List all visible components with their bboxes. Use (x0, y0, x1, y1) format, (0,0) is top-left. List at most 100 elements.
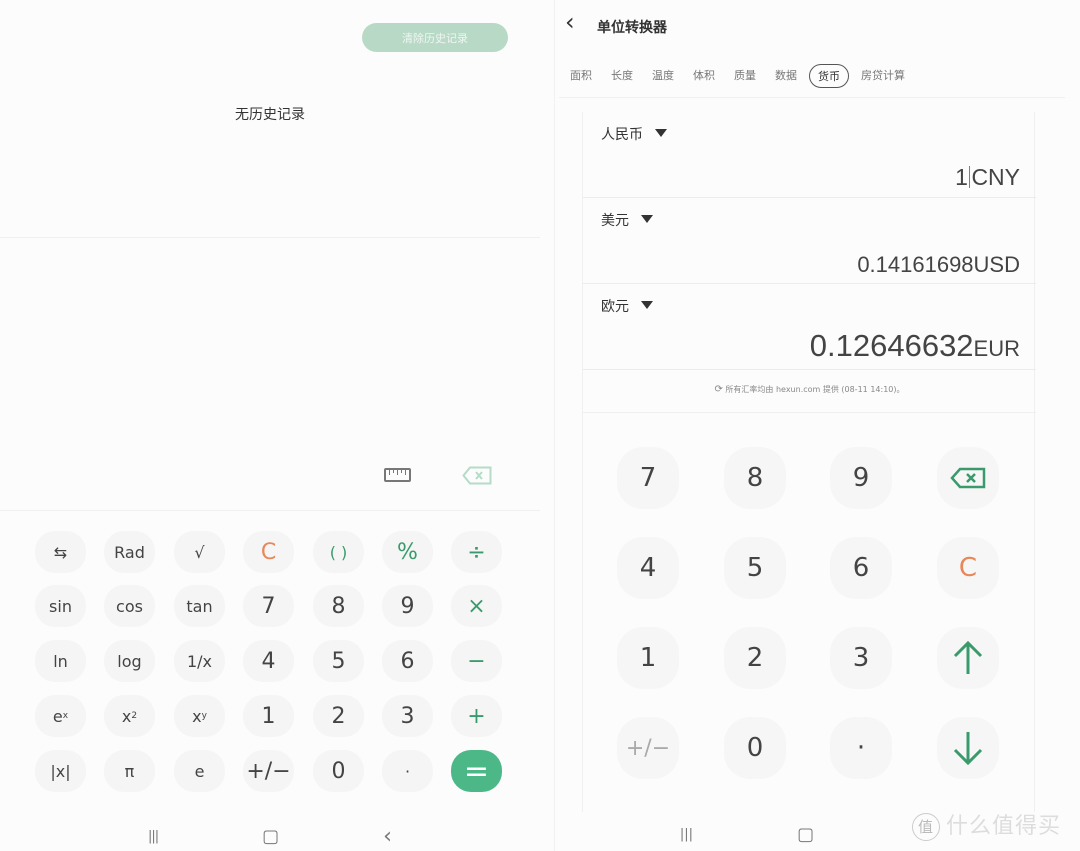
key-2[interactable]: 2 (313, 695, 364, 737)
key-negate[interactable]: +/− (243, 750, 294, 792)
key-swap[interactable]: ⇆ (35, 531, 86, 573)
key-percent[interactable]: % (382, 531, 433, 573)
backspace-icon[interactable] (462, 466, 492, 485)
key-tan[interactable]: tan (174, 585, 225, 627)
key-9[interactable]: 9 (830, 447, 892, 509)
key-multiply[interactable]: × (451, 585, 502, 627)
key-minus[interactable]: − (451, 640, 502, 682)
key-log[interactable]: log (104, 640, 155, 682)
currency-row-usd[interactable]: 美元 0.14161698USD (583, 198, 1036, 284)
key-up[interactable] (937, 627, 999, 689)
key-label: 4 (639, 553, 657, 583)
key-plus[interactable]: + (451, 695, 502, 737)
key-exp[interactable]: ex (35, 695, 86, 737)
ruler-icon[interactable] (384, 468, 411, 482)
key-pi[interactable]: π (104, 750, 155, 792)
key-square[interactable]: x2 (104, 695, 155, 737)
key-divide[interactable]: ÷ (451, 531, 502, 573)
key-4[interactable]: 4 (617, 537, 679, 599)
tab-2[interactable]: 温度 (645, 64, 681, 88)
dropdown-arrow-icon (655, 129, 667, 137)
key-1[interactable]: 1 (243, 695, 294, 737)
tab-0[interactable]: 面积 (563, 64, 599, 88)
key-3[interactable]: 3 (382, 695, 433, 737)
key-label: 2 (331, 703, 346, 729)
key-1[interactable]: 1 (617, 627, 679, 689)
tab-3[interactable]: 体积 (686, 64, 722, 88)
tab-5[interactable]: 数据 (768, 64, 804, 88)
key-8[interactable]: 8 (724, 447, 786, 509)
back-icon[interactable]: ‹ (383, 824, 392, 849)
key-label: + (467, 703, 486, 729)
page-title: 单位转换器 (597, 20, 667, 36)
key-sin[interactable]: sin (35, 585, 86, 627)
currency-row-eur[interactable]: 欧元 0.12646632EUR (583, 284, 1036, 370)
key-rad[interactable]: Rad (104, 531, 155, 573)
refresh-icon[interactable]: ⟳ (714, 384, 722, 395)
key-clear[interactable]: C (937, 537, 999, 599)
key-label: tan (186, 596, 213, 616)
key-label: × (467, 593, 486, 619)
key-7[interactable]: 7 (243, 585, 294, 627)
clear-history-button[interactable]: 清除历史记录 (362, 23, 508, 52)
currency-select[interactable]: 美元 (601, 210, 653, 230)
key-7[interactable]: 7 (617, 447, 679, 509)
key-6[interactable]: 6 (382, 640, 433, 682)
key-backspace[interactable] (937, 447, 999, 509)
key-e[interactable]: e (174, 750, 225, 792)
home-icon[interactable]: ▢ (262, 826, 279, 847)
back-button[interactable]: ‹ (565, 8, 575, 36)
key-2[interactable]: 2 (724, 627, 786, 689)
key-label: 3 (852, 643, 870, 673)
key-label: 5 (746, 553, 764, 583)
key-decimal[interactable]: · (382, 750, 433, 792)
no-history-text: 无历史记录 (235, 107, 305, 123)
key-abs[interactable]: |x| (35, 750, 86, 792)
key-8[interactable]: 8 (313, 585, 364, 627)
key-power[interactable]: xy (174, 695, 225, 737)
key-label: 0 (331, 758, 346, 784)
currency-value[interactable]: 0.14161698USD (857, 252, 1020, 278)
tab-1[interactable]: 长度 (604, 64, 640, 88)
key-5[interactable]: 5 (313, 640, 364, 682)
recents-icon[interactable]: ||| (680, 827, 693, 842)
currency-row-cny[interactable]: 人民币 1 CNY (583, 112, 1036, 198)
home-icon[interactable]: ▢ (797, 824, 814, 845)
recents-icon[interactable]: ||| (148, 829, 159, 844)
key-cos[interactable]: cos (104, 585, 155, 627)
key-label: 6 (400, 648, 415, 674)
key-reciprocal[interactable]: 1/x (174, 640, 225, 682)
key-equals[interactable]: = (451, 750, 502, 792)
key-decimal[interactable]: · (830, 717, 892, 779)
dropdown-arrow-icon (641, 215, 653, 223)
key-6[interactable]: 6 (830, 537, 892, 599)
tab-6[interactable]: 货币 (809, 64, 849, 88)
key-sqrt[interactable]: √ (174, 531, 225, 573)
key-4[interactable]: 4 (243, 640, 294, 682)
currency-select[interactable]: 欧元 (601, 296, 653, 316)
key-parentheses[interactable]: ( ) (313, 531, 364, 573)
key-0[interactable]: 0 (724, 717, 786, 779)
key-label: ⇆ (53, 542, 68, 562)
key-label: % (397, 539, 418, 565)
currency-value[interactable]: 1 CNY (955, 164, 1020, 191)
currency-value[interactable]: 0.12646632EUR (810, 328, 1020, 364)
key-3[interactable]: 3 (830, 627, 892, 689)
key-negate[interactable]: +/− (617, 717, 679, 779)
currency-select[interactable]: 人民币 (601, 124, 667, 144)
key-9[interactable]: 9 (382, 585, 433, 627)
tab-7[interactable]: 房贷计算 (854, 64, 912, 88)
key-down[interactable] (937, 717, 999, 779)
tab-4[interactable]: 质量 (727, 64, 763, 88)
key-0[interactable]: 0 (313, 750, 364, 792)
key-5[interactable]: 5 (724, 537, 786, 599)
dropdown-arrow-icon (641, 301, 653, 309)
key-label: ( ) (329, 542, 348, 562)
key-clear[interactable]: C (243, 531, 294, 573)
key-label: 4 (261, 648, 276, 674)
key-label: √ (194, 542, 205, 562)
key-ln[interactable]: ln (35, 640, 86, 682)
watermark-logo: 值 (912, 813, 940, 841)
key-label: C (260, 539, 277, 565)
key-label: cos (116, 596, 143, 616)
